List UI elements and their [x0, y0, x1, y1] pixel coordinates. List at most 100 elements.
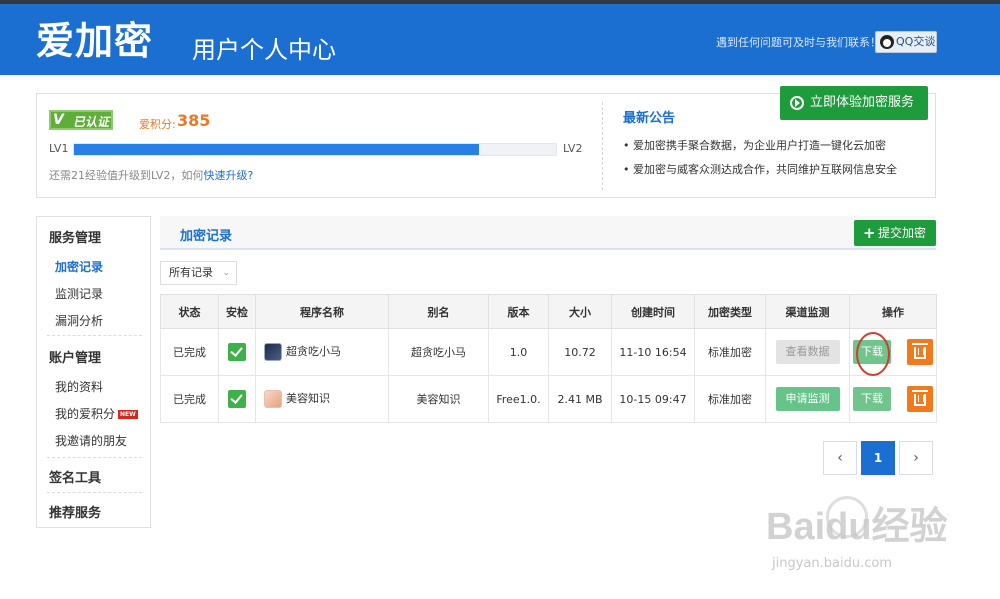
sidebar: 服务管理 加密记录 监测记录 漏洞分析 账户管理 我的资料 我的爱积分 NEW 我… [36, 216, 151, 528]
qq-icon [880, 35, 894, 49]
trash-icon [912, 343, 928, 359]
col-status: 状态 [160, 294, 219, 329]
col-channel: 渠道监测 [765, 294, 850, 329]
level-next: LV2 [563, 142, 583, 155]
alias-cell: 超贪吃小马 [388, 328, 489, 376]
verified-badge: V 已认证 [49, 110, 113, 130]
level-progress-fill [74, 144, 479, 155]
sidebar-item-my-points-label: 我的爱积分 [55, 407, 116, 421]
try-encryption-button[interactable]: 立即体验加密服务 [780, 86, 928, 120]
submit-encryption-label: 提交加密 [878, 226, 927, 240]
created-cell: 11-10 16:54 [611, 328, 695, 376]
panel-divider [602, 102, 603, 190]
sidebar-group-signing-tools[interactable]: 签名工具 [49, 467, 101, 486]
alias-cell: 美容知识 [388, 375, 489, 423]
size-cell: 2.41 MB [548, 375, 612, 423]
upgrade-tip-text: 还需21经验值升级到LV2，如何 [49, 169, 204, 182]
col-size: 大小 [548, 294, 612, 329]
type-cell: 标准加密 [694, 375, 766, 423]
channel-cell: 查看数据 [765, 328, 850, 376]
help-text: 遇到任何问题可及时与我们联系！ [716, 36, 881, 49]
logo[interactable]: 爱加密 [36, 18, 153, 64]
delete-button[interactable] [907, 386, 933, 412]
sidebar-group-account: 账户管理 [49, 351, 102, 366]
program-cell: 美容知识 [255, 375, 389, 423]
sidebar-item-encryption-records[interactable]: 加密记录 [55, 258, 103, 275]
security-check-icon [228, 343, 246, 361]
level-current: LV1 [49, 142, 69, 155]
header-banner: 爱加密 用户个人中心 遇到任何问题可及时与我们联系！ QQ交谈 [0, 4, 1000, 75]
table-header-row: 状态 安检 程序名称 别名 版本 大小 创建时间 加密类型 渠道监测 操作 [160, 294, 937, 329]
quick-upgrade-link[interactable]: 快速升级? [203, 169, 253, 182]
points-value: 385 [177, 111, 211, 130]
sidebar-item-my-profile[interactable]: 我的资料 [55, 378, 103, 395]
chevron-down-icon: ⌄ [222, 268, 230, 278]
table-row: 已完成 超贪吃小马 超贪吃小马 1.0 10.72 11-10 16:54 标准… [160, 328, 937, 376]
verified-label: 已认证 [73, 115, 110, 129]
version-cell: 1.0 [488, 328, 549, 376]
sidebar-item-vuln-analysis[interactable]: 漏洞分析 [55, 312, 103, 329]
pagination-next-button[interactable]: › [899, 441, 933, 475]
new-badge: NEW [118, 410, 138, 419]
actions-cell: 下载 [849, 328, 937, 376]
play-circle-icon [790, 96, 804, 110]
col-created: 创建时间 [611, 294, 695, 329]
col-version: 版本 [488, 294, 549, 329]
trash-icon [912, 390, 928, 406]
notice-title: 最新公告 [623, 111, 676, 126]
version-cell: Free1.0. [488, 375, 549, 423]
status-cell: 已完成 [160, 375, 219, 423]
plus-icon: + [863, 224, 876, 242]
created-cell: 10-15 09:47 [611, 375, 695, 423]
delete-button[interactable] [907, 339, 933, 365]
security-cell [218, 375, 256, 423]
col-program: 程序名称 [255, 294, 389, 329]
main-header: 加密记录 + 提交加密 [160, 216, 936, 250]
view-data-button[interactable]: 查看数据 [775, 340, 840, 364]
verified-icon: V [53, 112, 64, 128]
qq-chat-button[interactable]: QQ交谈 [875, 31, 937, 53]
table-row: 已完成 美容知识 美容知识 Free1.0. 2.41 MB 10-15 09:… [160, 375, 937, 423]
pagination-prev-button[interactable]: ‹ [823, 441, 857, 475]
actions-cell: 下载 [849, 375, 937, 423]
app-icon [264, 390, 282, 408]
submit-encryption-button[interactable]: + 提交加密 [854, 220, 936, 246]
pagination-page-current[interactable]: 1 [861, 441, 895, 475]
watermark-brand: Baidu经验 [766, 506, 948, 548]
notice-list: 爱加密携手聚合数据，为企业用户打造一键化云加密 爱加密与威客众测达成合作，共同维… [623, 138, 897, 186]
channel-cell: 申请监测 [765, 375, 850, 423]
upgrade-tip: 还需21经验值升级到LV2，如何快速升级? [49, 167, 253, 183]
record-filter-select[interactable]: 所有记录 ⌄ [160, 261, 237, 285]
col-type: 加密类型 [694, 294, 766, 329]
sidebar-divider [47, 457, 142, 458]
records-table: 状态 安检 程序名称 别名 版本 大小 创建时间 加密类型 渠道监测 操作 已完… [160, 294, 937, 423]
size-cell: 10.72 [548, 328, 612, 376]
security-check-icon [228, 390, 246, 408]
sidebar-item-monitor-records[interactable]: 监测记录 [55, 285, 103, 302]
status-cell: 已完成 [160, 328, 219, 376]
download-button[interactable]: 下载 [853, 387, 891, 411]
app-icon [264, 343, 282, 361]
sidebar-group-service: 服务管理 [49, 231, 102, 246]
sidebar-group-recommended[interactable]: 推荐服务 [49, 502, 101, 521]
program-name: 超贪吃小马 [286, 345, 341, 358]
points-label: 爱积分: [139, 118, 176, 131]
qq-chat-label: QQ交谈 [896, 35, 936, 48]
sidebar-divider [47, 335, 142, 336]
notice-item[interactable]: 爱加密与威客众测达成合作，共同维护互联网信息安全 [623, 162, 897, 186]
col-actions: 操作 [849, 294, 937, 329]
sidebar-item-my-points[interactable]: 我的爱积分 NEW [55, 405, 138, 422]
record-filter-value: 所有记录 [169, 266, 213, 279]
download-button[interactable]: 下载 [853, 340, 891, 364]
try-encryption-label: 立即体验加密服务 [810, 95, 915, 110]
type-cell: 标准加密 [694, 328, 766, 376]
section-title: 加密记录 [180, 229, 233, 244]
program-name: 美容知识 [286, 392, 330, 405]
program-cell: 超贪吃小马 [255, 328, 389, 376]
sidebar-divider [47, 492, 142, 493]
apply-monitor-button[interactable]: 申请监测 [775, 387, 840, 411]
security-cell [218, 328, 256, 376]
level-progress-bar [73, 143, 557, 156]
notice-item[interactable]: 爱加密携手聚合数据，为企业用户打造一键化云加密 [623, 138, 897, 162]
sidebar-item-invited-friends[interactable]: 我邀请的朋友 [55, 432, 127, 449]
